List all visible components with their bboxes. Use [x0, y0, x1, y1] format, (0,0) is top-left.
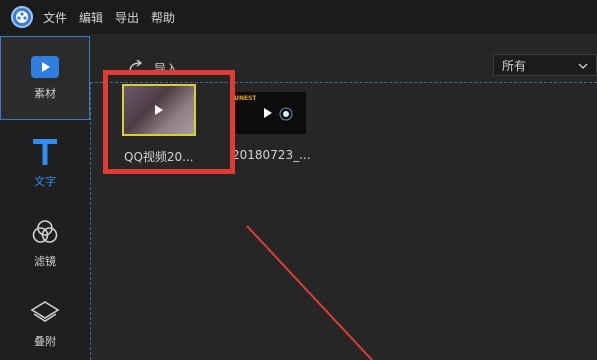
menu-help[interactable]: 帮助: [151, 9, 175, 26]
thumbnail-flare-icon: [279, 107, 293, 121]
filter-dropdown-value: 所有: [502, 58, 527, 73]
sidebar-item-label: 文字: [34, 175, 56, 188]
filter-circles-icon: [31, 218, 59, 249]
annotation-highlight-box: [103, 70, 235, 174]
drop-zone-border-left: [90, 82, 92, 360]
menu-edit[interactable]: 编辑: [79, 9, 103, 26]
sidebar-item-label: 素材: [34, 86, 56, 100]
media-item-label: 20180723_...: [232, 148, 311, 162]
media-thumbnail[interactable]: FUNEST: [230, 92, 306, 134]
app-window: 文件 编辑 导出 帮助 素材 文字 滤镜 叠附 导入 所有 QQ视频20... …: [0, 0, 597, 360]
play-icon: [264, 108, 272, 118]
sidebar-item-text[interactable]: 文字: [0, 138, 90, 189]
sidebar-item-filter[interactable]: 滤镜: [0, 218, 90, 269]
filter-dropdown[interactable]: 所有: [493, 54, 597, 76]
chevron-down-icon: [578, 58, 588, 72]
sidebar-item-overlay[interactable]: 叠附: [0, 300, 90, 349]
sidebar: 素材 文字 滤镜 叠附: [0, 34, 90, 360]
sidebar-item-label: 叠附: [34, 335, 56, 348]
overlay-layers-icon: [30, 300, 60, 329]
app-logo-icon: [11, 6, 33, 28]
media-play-icon: [31, 55, 59, 81]
menubar: 文件 编辑 导出 帮助: [0, 0, 597, 34]
menu-export[interactable]: 导出: [115, 9, 139, 26]
menu-file[interactable]: 文件: [43, 9, 67, 26]
sidebar-item-label: 滤镜: [34, 255, 56, 268]
text-t-icon: [32, 138, 58, 169]
sidebar-item-media[interactable]: 素材: [0, 36, 90, 120]
